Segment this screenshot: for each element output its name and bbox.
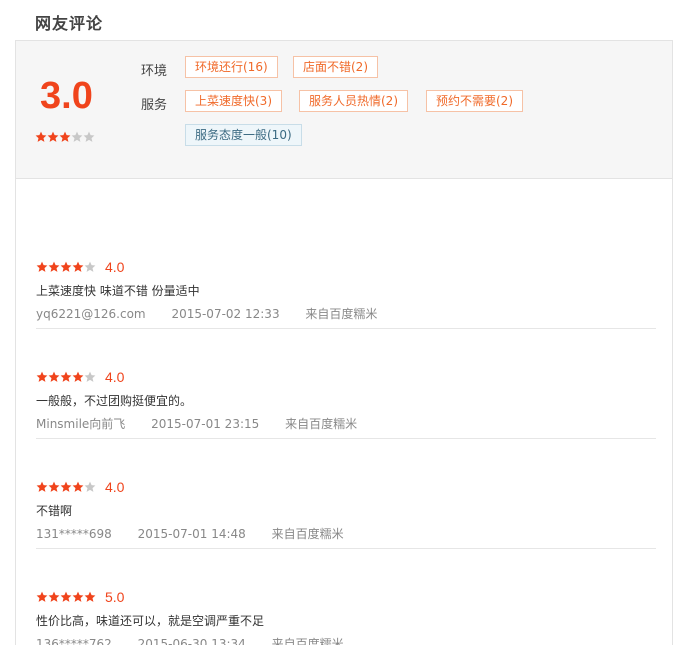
tag-fast-serving[interactable]: 上菜速度快(3) <box>185 90 282 112</box>
review-item: 4.0 不错啊 131*****698 2015-07-01 14:48 来自百… <box>36 439 656 549</box>
review-text: 上菜速度快 味道不错 份量适中 <box>36 284 200 298</box>
star-icon <box>48 591 60 603</box>
review-meta: Minsmile向前飞 2015-07-01 23:15 来自百度糯米 <box>36 415 379 432</box>
review-stars <box>36 261 96 273</box>
star-icon <box>60 591 72 603</box>
review-list: 4.0 上菜速度快 味道不错 份量适中 yq6221@126.com 2015-… <box>36 219 656 645</box>
star-icon <box>36 261 48 273</box>
star-icon <box>59 131 71 143</box>
category-label-environment: 环境 <box>141 64 168 79</box>
overall-score: 3.0 <box>40 75 93 117</box>
review-score: 4.0 <box>105 259 125 275</box>
review-source: 来自百度糯米 <box>271 637 344 645</box>
review-meta: yq6221@126.com 2015-07-02 12:33 来自百度糯米 <box>36 305 399 322</box>
review-stars <box>36 481 96 493</box>
section-title: 网友评论 <box>35 14 104 33</box>
star-icon <box>36 371 48 383</box>
star-icon <box>60 371 72 383</box>
review-source: 来自百度糯米 <box>271 527 344 541</box>
tag-service-average[interactable]: 服务态度一般(10) <box>185 124 302 146</box>
star-icon <box>36 481 48 493</box>
rating-summary: 3.0 环境 环境还行(16) 店面不错(2) 服务 上菜速度快(3) 服务人员… <box>16 41 672 179</box>
review-rating: 4.0 <box>36 479 124 495</box>
tag-store-nice[interactable]: 店面不错(2) <box>293 56 378 78</box>
review-rating: 4.0 <box>36 259 124 275</box>
star-icon <box>36 591 48 603</box>
review-rating: 5.0 <box>36 589 124 605</box>
star-icon <box>83 131 95 143</box>
review-item: 4.0 上菜速度快 味道不错 份量适中 yq6221@126.com 2015-… <box>36 219 656 329</box>
star-icon <box>48 261 60 273</box>
review-text: 性价比高，味道还可以，就是空调严重不足 <box>36 614 265 628</box>
star-icon <box>72 371 84 383</box>
star-icon <box>71 131 83 143</box>
review-time: 2015-07-02 12:33 <box>171 307 280 321</box>
review-user: 131*****698 <box>36 527 112 541</box>
review-user: yq6221@126.com <box>36 307 146 321</box>
tag-no-reservation[interactable]: 预约不需要(2) <box>426 90 523 112</box>
review-text: 不错啊 <box>36 504 73 518</box>
review-text: 一般般，不过团购挺便宜的。 <box>36 394 193 408</box>
review-user: Minsmile向前飞 <box>36 417 126 431</box>
review-meta: 136*****762 2015-06-30 13:34 来自百度糯米 <box>36 635 366 645</box>
tag-friendly-staff[interactable]: 服务人员热情(2) <box>299 90 408 112</box>
review-stars <box>36 591 96 603</box>
review-time: 2015-07-01 14:48 <box>137 527 246 541</box>
star-icon <box>84 481 96 493</box>
review-source: 来自百度糯米 <box>305 307 378 321</box>
review-time: 2015-07-01 23:15 <box>151 417 260 431</box>
star-icon <box>84 591 96 603</box>
review-stars <box>36 371 96 383</box>
star-icon <box>72 591 84 603</box>
star-icon <box>47 131 59 143</box>
star-icon <box>48 481 60 493</box>
star-icon <box>72 481 84 493</box>
review-item: 4.0 一般般，不过团购挺便宜的。 Minsmile向前飞 2015-07-01… <box>36 329 656 439</box>
category-label-service: 服务 <box>141 98 168 113</box>
review-meta: 131*****698 2015-07-01 14:48 来自百度糯米 <box>36 525 366 542</box>
reviews-panel: 3.0 环境 环境还行(16) 店面不错(2) 服务 上菜速度快(3) 服务人员… <box>15 40 673 645</box>
review-score: 4.0 <box>105 369 125 385</box>
review-item: 5.0 性价比高，味道还可以，就是空调严重不足 136*****762 2015… <box>36 549 656 645</box>
star-icon <box>84 371 96 383</box>
review-rating: 4.0 <box>36 369 124 385</box>
review-score: 4.0 <box>105 479 125 495</box>
star-icon <box>48 371 60 383</box>
review-user: 136*****762 <box>36 637 112 645</box>
star-icon <box>60 261 72 273</box>
tag-environment-ok[interactable]: 环境还行(16) <box>185 56 278 78</box>
star-icon <box>60 481 72 493</box>
overall-stars <box>35 131 95 143</box>
star-icon <box>72 261 84 273</box>
review-score: 5.0 <box>105 589 125 605</box>
star-icon <box>35 131 47 143</box>
star-icon <box>84 261 96 273</box>
review-source: 来自百度糯米 <box>285 417 358 431</box>
review-time: 2015-06-30 13:34 <box>137 637 246 645</box>
